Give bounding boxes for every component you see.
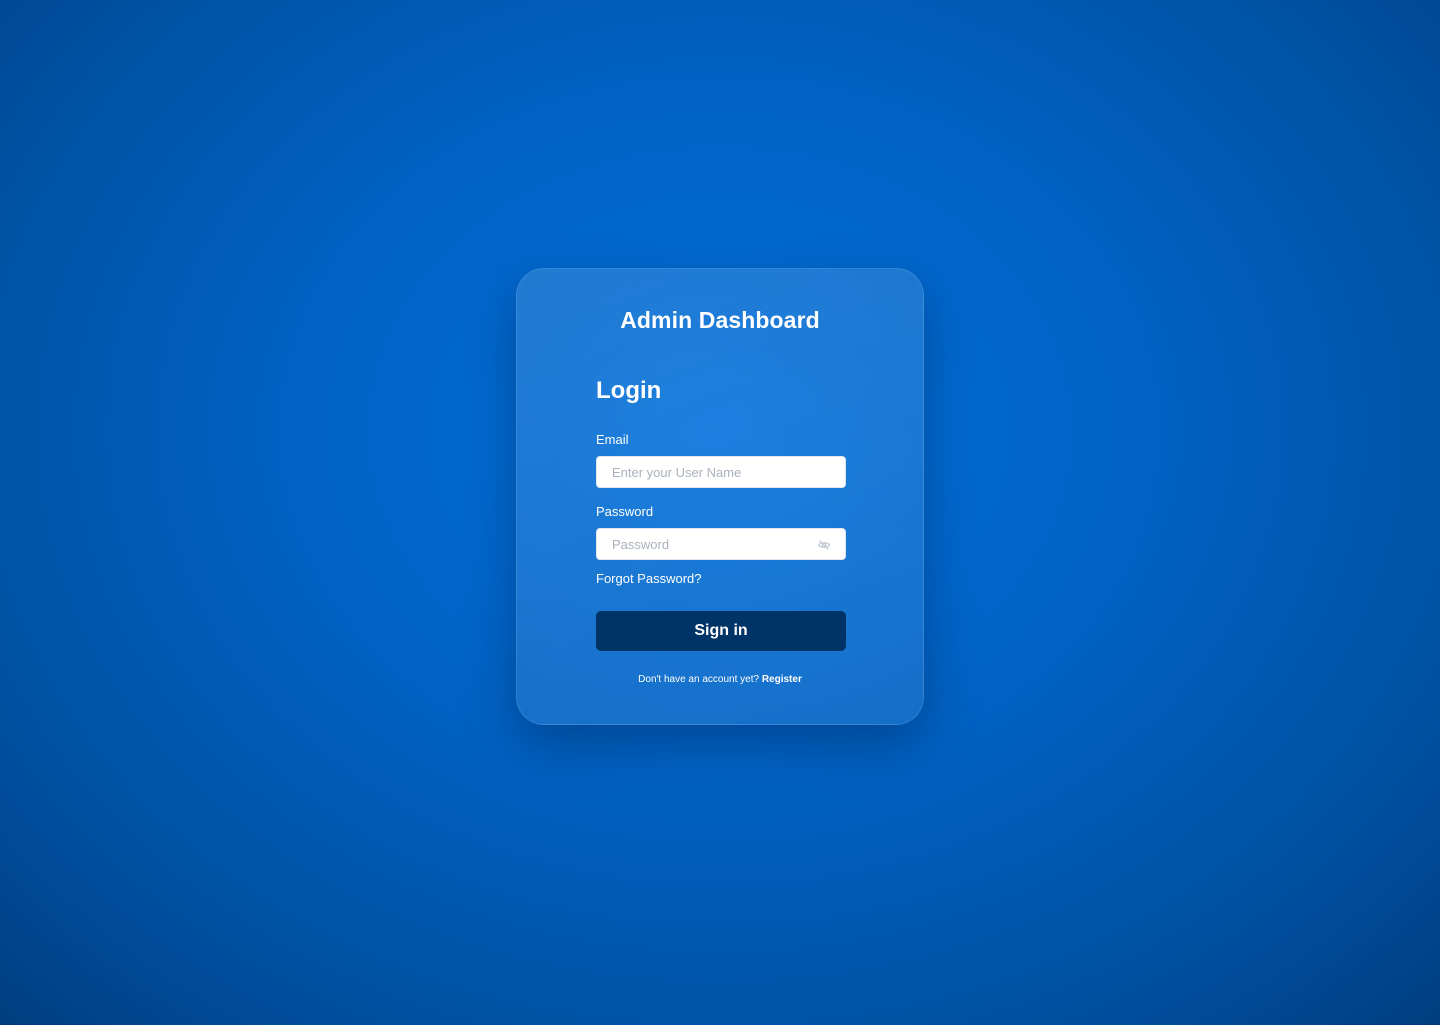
- sign-in-button[interactable]: Sign in: [596, 611, 846, 651]
- login-heading: Login: [596, 377, 662, 404]
- password-input[interactable]: [597, 529, 845, 559]
- app-title: Admin Dashboard: [620, 307, 820, 333]
- login-card: Admin Dashboard Login Email Password For…: [516, 268, 924, 725]
- register-link[interactable]: Register: [762, 674, 802, 685]
- eye-off-icon[interactable]: [817, 538, 831, 552]
- forgot-password-link[interactable]: Forgot Password?: [596, 571, 702, 586]
- password-label: Password: [596, 504, 654, 519]
- password-field-wrapper: [596, 528, 846, 560]
- email-input[interactable]: [597, 457, 845, 487]
- email-label: Email: [596, 432, 629, 447]
- register-prompt: Don't have an account yet?: [638, 674, 760, 685]
- email-field-wrapper: [596, 456, 846, 488]
- register-row: Don't have an account yet? Register: [517, 674, 923, 685]
